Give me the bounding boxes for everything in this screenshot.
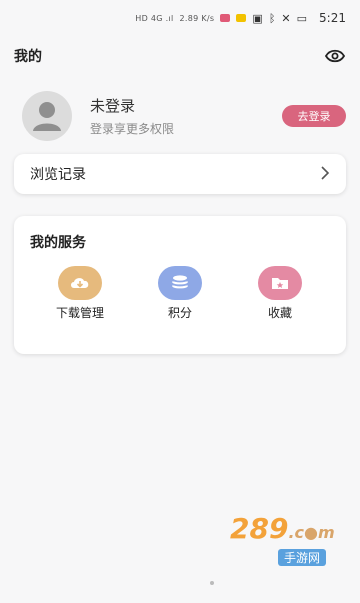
- my-services-card: 我的服务 下载管理 积分 收藏: [14, 216, 346, 354]
- bluetooth-icon: ᛒ: [268, 11, 276, 25]
- network-speed: 2.89 K/s: [179, 13, 215, 23]
- browse-history-label: 浏览记录: [30, 167, 86, 183]
- service-label: 积分: [167, 306, 192, 320]
- service-label: 收藏: [267, 306, 292, 320]
- signal-text: HD 4G .ıl: [135, 13, 174, 23]
- app-notification-icon: [220, 14, 231, 22]
- mute-icon: ✕: [281, 11, 291, 25]
- login-button[interactable]: 去登录: [282, 105, 346, 127]
- service-points[interactable]: 积分: [130, 266, 230, 321]
- coin-stack-icon: [158, 266, 202, 300]
- login-hint: 登录享更多权限: [90, 122, 175, 136]
- avatar[interactable]: [22, 91, 72, 141]
- page-title: 我的: [14, 49, 42, 65]
- services-title: 我的服务: [30, 235, 86, 251]
- chevron-right-icon: [320, 165, 330, 184]
- site-watermark: 289.c●m 手游网: [230, 512, 348, 566]
- service-favorites[interactable]: 收藏: [230, 266, 330, 321]
- battery-icon: ▭: [296, 11, 308, 25]
- star-folder-icon: [258, 266, 302, 300]
- watermark-main: 289: [230, 512, 289, 545]
- service-label: 下载管理: [55, 306, 104, 320]
- status-time: 5:21: [319, 11, 346, 25]
- status-bar: HD 4G .ıl 2.89 K/s ▣ ᛒ ✕ ▭ 5:21: [0, 0, 360, 36]
- eye-icon[interactable]: [324, 45, 346, 67]
- watermark-suffix: .c●m: [288, 523, 335, 542]
- watermark-sub: 手游网: [278, 549, 327, 566]
- page-indicator-dot: [210, 581, 214, 585]
- profile-section: 未登录 登录享更多权限 去登录: [22, 91, 346, 141]
- service-download-manager[interactable]: 下载管理: [30, 266, 130, 321]
- cloud-download-icon: [58, 266, 102, 300]
- browse-history-row[interactable]: 浏览记录: [14, 154, 346, 194]
- header: 我的: [14, 44, 346, 68]
- app-notification-icon: [236, 14, 247, 22]
- user-icon: [33, 102, 61, 131]
- username: 未登录: [90, 97, 136, 115]
- nfc-icon: ▣: [252, 11, 263, 25]
